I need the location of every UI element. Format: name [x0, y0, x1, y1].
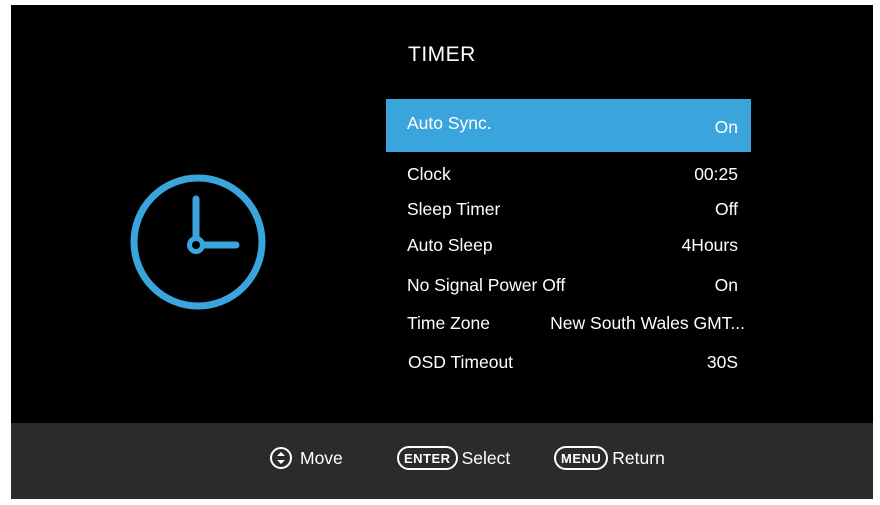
hint-move-label: Move [300, 447, 343, 468]
menu-item-osd-timeout[interactable]: OSD Timeout 30S [386, 344, 751, 380]
enter-key-icon: ENTER [397, 446, 458, 470]
menu-key-icon: MENU [554, 446, 609, 470]
hint-return: MENU Return [554, 444, 665, 472]
menu-item-time-zone[interactable]: Time Zone New South Wales GMT... [386, 305, 751, 341]
tv-screen: TIMER Auto Sync. On Clock 00:25 Sleep Ti… [11, 5, 873, 499]
menu-item-auto-sync[interactable]: Auto Sync. On [386, 99, 751, 152]
menu-item-label: OSD Timeout [408, 352, 514, 372]
menu-item-no-signal-power-off[interactable]: No Signal Power Off On [386, 267, 751, 303]
hint-select: ENTER Select [397, 444, 510, 472]
menu-item-value: 4Hours [681, 235, 738, 255]
footer-hint-bar: Move ENTER Select MENU Return [11, 423, 873, 499]
menu-item-value: 30S [706, 352, 738, 372]
timer-menu-list: Auto Sync. On Clock 00:25 Sleep Timer Of… [386, 99, 751, 379]
menu-area: TIMER Auto Sync. On Clock 00:25 Sleep Ti… [11, 5, 873, 423]
hint-return-label: Return [612, 447, 665, 468]
hint-move: Move [270, 444, 343, 472]
menu-item-value: 00:25 [694, 164, 738, 184]
menu-item-clock[interactable]: Clock 00:25 [386, 156, 751, 192]
menu-item-value: On [714, 117, 738, 137]
menu-item-label: No Signal Power Off [407, 275, 566, 295]
menu-item-label: Auto Sync. [407, 113, 492, 133]
clock-icon [130, 174, 266, 310]
hint-select-label: Select [461, 447, 511, 468]
menu-item-value: On [714, 275, 738, 295]
up-down-arrows-icon [270, 447, 292, 469]
menu-item-value: Off [714, 199, 738, 219]
menu-item-auto-sleep[interactable]: Auto Sleep 4Hours [386, 227, 751, 263]
menu-item-label: Sleep Timer [407, 199, 501, 219]
menu-item-sleep-timer[interactable]: Sleep Timer Off [386, 191, 751, 227]
menu-item-value: New South Wales GMT... [550, 313, 745, 333]
menu-item-label: Clock [407, 164, 451, 184]
menu-item-label: Time Zone [407, 313, 490, 333]
menu-item-label: Auto Sleep [407, 235, 493, 255]
page-title: TIMER [408, 43, 476, 66]
